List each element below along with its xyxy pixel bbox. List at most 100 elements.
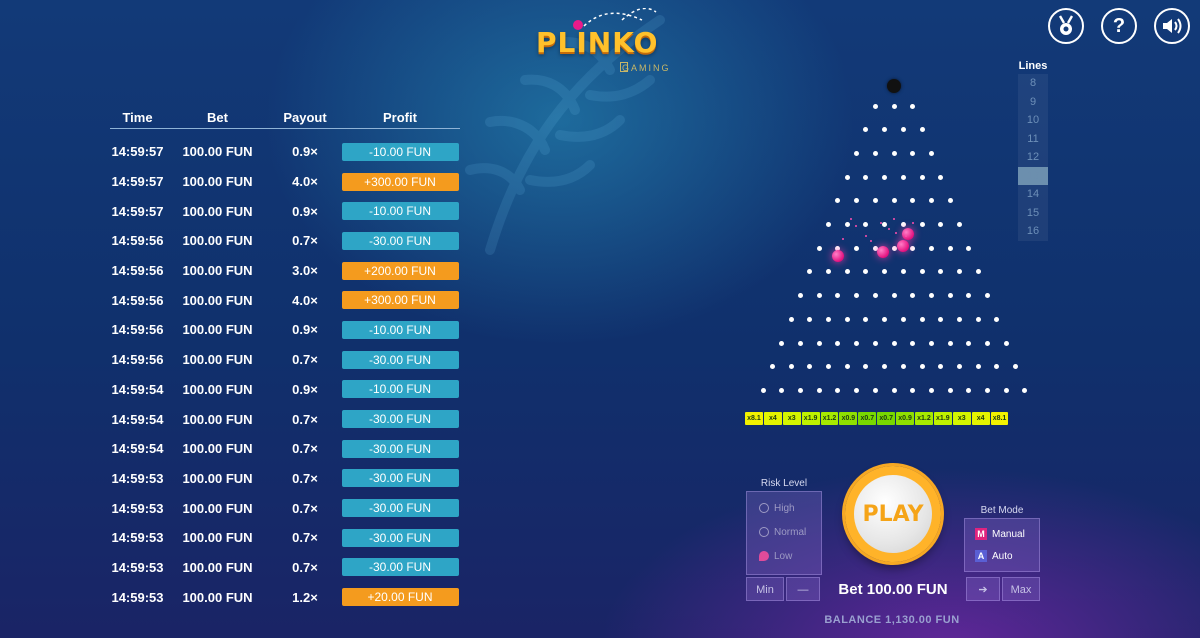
history-row: 14:59:57 100.00 FUN 0.9× -10.00 FUN	[110, 196, 460, 226]
row-time: 14:59:54	[111, 411, 164, 427]
multiplier-slot: x3	[782, 412, 801, 425]
peg	[975, 364, 981, 370]
peg	[891, 293, 897, 299]
peg	[844, 269, 850, 275]
peg	[938, 364, 944, 370]
row-profit: -30.00 FUN	[340, 439, 460, 458]
row-time: 14:59:57	[111, 203, 164, 219]
peg	[779, 340, 785, 346]
row-profit: +300.00 FUN	[340, 172, 460, 191]
history-row: 14:59:53 100.00 FUN 0.7× -30.00 FUN	[110, 523, 460, 553]
peg	[919, 316, 925, 322]
play-button[interactable]: PLAY	[845, 466, 941, 562]
ball-trail	[893, 218, 895, 220]
lines-option[interactable]: 15	[1018, 204, 1048, 223]
peg	[910, 387, 916, 393]
risk-option-normal[interactable]: Normal	[747, 520, 821, 544]
decrease-bet-button[interactable]: —	[786, 577, 820, 601]
row-profit: -30.00 FUN	[340, 231, 460, 250]
peg	[947, 198, 953, 204]
multiplier-slots: x8.1 x4 x3 x1.9 x1.2 x0.9 x0.7 x0.7 x0.9 x1.2 x1.9…	[745, 412, 1009, 425]
peg	[835, 293, 841, 299]
peg	[844, 364, 850, 370]
profit-pill: -30.00 FUN	[341, 350, 459, 369]
balance: BALANCE 1,130.00 FUN	[824, 614, 960, 626]
row-bet: 100.00 FUN	[182, 292, 253, 308]
lines-option[interactable]: 8	[1018, 74, 1048, 93]
row-payout: 0.7×	[292, 470, 318, 486]
row-bet: 100.00 FUN	[182, 470, 253, 486]
min-bet-button[interactable]: Min	[746, 577, 784, 601]
peg	[910, 245, 916, 251]
history-header-row: Time Bet Payout Profit	[110, 107, 460, 129]
max-bet-button[interactable]: Max	[1002, 577, 1040, 601]
sound-button[interactable]	[1154, 8, 1190, 44]
peg	[854, 340, 860, 346]
peg	[891, 103, 897, 109]
profit-pill: +200.00 FUN	[341, 261, 459, 280]
multiplier-slot: x0.9	[896, 412, 915, 425]
lines-option[interactable]: 14	[1018, 185, 1048, 204]
peg	[985, 340, 990, 346]
row-time: 14:59:57	[111, 174, 164, 190]
lines-option[interactable]: 13	[1018, 166, 1048, 185]
bet-history-table: Time Bet Payout Profit 14:59:57 100.00 FU…	[110, 107, 460, 612]
profit-pill: -10.00 FUN	[341, 380, 459, 399]
header-profit: Profit	[383, 110, 417, 125]
peg	[844, 316, 850, 322]
risk-option-low[interactable]: Low	[747, 544, 821, 568]
row-payout: 0.7×	[292, 559, 318, 575]
peg	[891, 198, 897, 204]
lines-selector[interactable]: Lines 8 9 10 11 12 13 14 15 16	[1018, 60, 1048, 241]
auto-key-icon: A	[975, 550, 987, 562]
history-row: 14:59:54 100.00 FUN 0.7× -30.00 FUN	[110, 404, 460, 434]
peg	[900, 316, 906, 322]
profit-pill: -30.00 FUN	[341, 499, 459, 518]
row-profit: -10.00 FUN	[340, 202, 460, 221]
medal-icon	[1058, 15, 1074, 35]
peg	[928, 340, 934, 346]
row-time: 14:59:56	[111, 292, 164, 308]
peg	[938, 174, 944, 180]
risk-option-high[interactable]: High	[747, 496, 821, 520]
peg	[872, 293, 878, 299]
peg	[854, 150, 860, 156]
ball-trail	[855, 225, 857, 227]
achievement-button[interactable]	[1048, 8, 1084, 44]
lines-options: 8 9 10 11 12 13 14 15 16	[1018, 74, 1048, 241]
peg	[919, 269, 925, 275]
increase-bet-button[interactable]: ➔	[966, 577, 1000, 601]
peg	[779, 387, 785, 393]
row-bet: 100.00 FUN	[182, 441, 253, 457]
row-payout: 0.9×	[292, 203, 318, 219]
header-time: Time	[122, 110, 153, 125]
peg	[928, 245, 934, 251]
peg	[928, 150, 934, 156]
peg	[985, 387, 990, 393]
peg	[844, 222, 850, 227]
help-button[interactable]: ?	[1101, 8, 1137, 44]
peg	[1022, 387, 1028, 393]
peg	[816, 293, 822, 299]
peg	[872, 340, 878, 346]
row-payout: 0.7×	[292, 500, 318, 516]
bet-mode-auto[interactable]: A Auto	[965, 545, 1039, 567]
peg	[900, 174, 906, 180]
lines-option[interactable]: 16	[1018, 222, 1048, 241]
peg	[928, 198, 934, 204]
ball-trail	[880, 222, 882, 224]
bet-mode-manual[interactable]: M Manual	[965, 523, 1039, 545]
lines-option[interactable]: 10	[1018, 111, 1048, 130]
lines-option[interactable]: 11	[1018, 130, 1048, 149]
peg	[910, 103, 916, 109]
peg	[956, 364, 962, 370]
peg	[966, 293, 972, 299]
peg	[966, 387, 972, 393]
peg	[947, 245, 953, 251]
falling-ball	[897, 240, 909, 252]
lines-option[interactable]: 12	[1018, 148, 1048, 167]
peg	[863, 222, 869, 227]
multiplier-slot: x1.9	[933, 412, 952, 425]
lines-option[interactable]: 9	[1018, 93, 1048, 112]
peg	[826, 316, 832, 322]
